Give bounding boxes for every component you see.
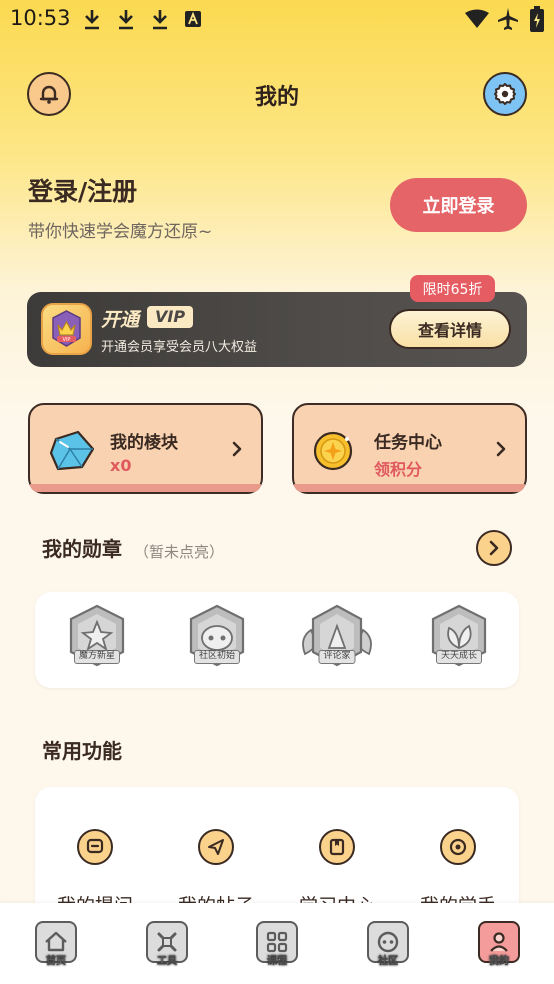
login-register-title[interactable]: 登录/注册 <box>28 172 137 208</box>
target-icon <box>440 829 476 865</box>
download-icon <box>119 10 133 30</box>
my-edges-card[interactable]: 我的棱块 x0 <box>28 403 263 494</box>
login-subtitle: 带你快速学会魔方还原~ <box>28 222 213 242</box>
nav-tab-mine[interactable]: 我的 <box>478 921 520 967</box>
download-icon <box>153 10 167 30</box>
nav-label: 我的 <box>489 956 509 967</box>
svg-text:VIP: VIP <box>63 337 71 343</box>
download-icon <box>85 10 99 30</box>
winged-pen-medal-icon <box>302 604 372 667</box>
nav-label: 工具 <box>157 956 177 967</box>
medal-label: 魔方新星 <box>73 650 121 664</box>
medals-panel: 魔方新星 社区初始 评论家 天天成长 <box>35 592 519 688</box>
star-medal-icon <box>69 604 125 667</box>
my-edges-count: x0 <box>110 456 132 475</box>
book-icon <box>319 829 355 865</box>
leaf-medal-icon <box>431 604 487 667</box>
page-title: 我的 <box>254 85 299 110</box>
medal-label: 天天成长 <box>435 650 483 664</box>
vip-promo-badge: 限时65折 <box>410 275 495 302</box>
send-icon <box>198 829 234 865</box>
vip-card[interactable]: VIP 开通 VIP 开通会员享受会员八大权益 查看详情 <box>27 292 527 367</box>
question-bubble-icon <box>77 829 113 865</box>
app-notification-icon <box>185 11 201 27</box>
chevron-right-icon <box>496 441 506 457</box>
battery-icon <box>530 6 544 32</box>
medals-more-button[interactable] <box>476 530 512 566</box>
medal-item[interactable]: 天天成长 <box>417 602 501 678</box>
status-time: 10:53 <box>10 6 71 30</box>
nav-label: 课程 <box>267 956 287 967</box>
medal-label: 评论家 <box>318 650 356 664</box>
gear-icon <box>494 83 516 105</box>
settings-button[interactable] <box>483 72 527 116</box>
vip-tag: VIP <box>147 306 194 328</box>
coin-icon <box>313 431 353 471</box>
medals-section-title: 我的勋章 <box>42 537 122 561</box>
nav-tab-home[interactable]: 首页 <box>35 921 77 967</box>
bottom-navigation: 首页 工具 课程 社区 我的 <box>0 903 554 984</box>
medal-item[interactable]: 魔方新星 <box>55 602 139 678</box>
status-bar: 10:53 <box>0 0 554 38</box>
medal-item[interactable]: 评论家 <box>295 602 379 678</box>
medals-hint: （暂未点亮） <box>134 543 225 561</box>
vip-details-button[interactable]: 查看详情 <box>389 309 511 349</box>
vip-crown-icon: VIP <box>41 303 92 355</box>
airplane-mode-icon <box>498 8 518 30</box>
my-edges-title: 我的棱块 <box>110 433 178 453</box>
chat-medal-icon <box>189 604 245 667</box>
nav-tab-courses[interactable]: 课程 <box>256 921 298 967</box>
nav-tab-community[interactable]: 社区 <box>367 921 409 967</box>
nav-label: 首页 <box>46 956 66 967</box>
task-center-title: 任务中心 <box>374 433 442 453</box>
task-center-subtitle: 领积分 <box>374 460 423 479</box>
vip-title: 开通 <box>101 309 140 331</box>
medal-label: 社区初始 <box>193 650 241 664</box>
nav-tab-tools[interactable]: 工具 <box>146 921 188 967</box>
functions-section-title: 常用功能 <box>42 739 122 763</box>
wifi-icon <box>465 9 489 28</box>
chevron-right-icon <box>232 441 242 457</box>
medal-item[interactable]: 社区初始 <box>175 602 259 678</box>
nav-label: 社区 <box>378 956 398 967</box>
login-button[interactable]: 立即登录 <box>390 178 527 232</box>
gem-icon <box>49 430 95 471</box>
task-center-card[interactable]: 任务中心 领积分 <box>292 403 527 494</box>
vip-description: 开通会员享受会员八大权益 <box>101 340 258 355</box>
chevron-right-icon <box>489 540 499 556</box>
